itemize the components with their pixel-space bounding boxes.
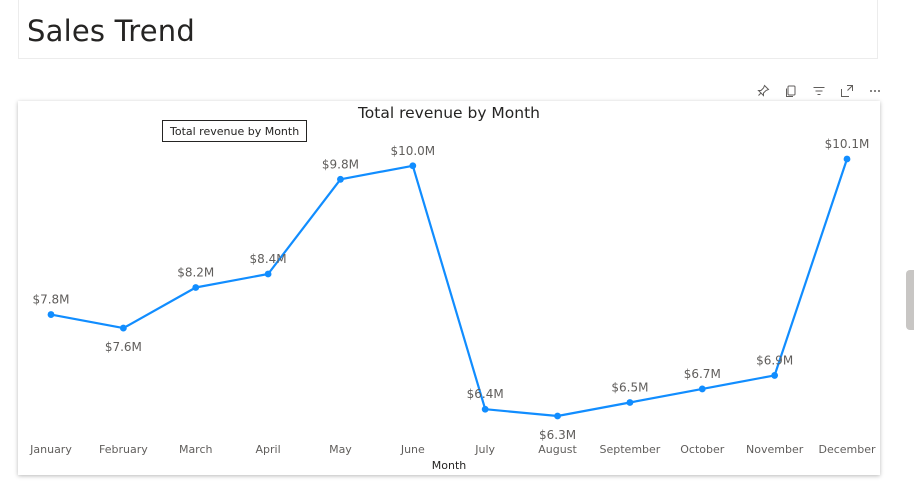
data-point[interactable] [192,284,200,291]
data-point[interactable] [264,270,272,278]
data-label: $8.2M [177,266,214,280]
x-tick-label: November [746,443,804,456]
data-label: $7.8M [32,293,69,307]
data-label: $6.3M [539,428,576,442]
data-point[interactable] [119,324,127,332]
x-tick-label: October [680,443,724,456]
data-label: $8.4M [250,252,287,266]
chart-tooltip: Total revenue by Month [162,120,308,142]
x-tick-label: December [818,443,876,456]
line-chart: Total revenue by Month January February Ma… [29,104,876,472]
data-label: $9.8M [322,157,359,171]
data-point[interactable] [626,399,634,406]
data-label: $10.1M [825,137,870,151]
x-tick-label: January [29,443,72,456]
data-label: $6.7M [684,367,721,381]
x-axis-title: Month [432,459,467,472]
x-axis: January February March April May June July Augu… [29,443,876,456]
data-labels: $7.8M $7.6M $8.2M $8.4M $9.8M $10.0M $6.4M $6.3… [32,137,869,442]
x-tick-label: May [329,443,352,456]
data-point[interactable] [409,162,417,170]
data-label: $6.9M [756,353,793,367]
data-label: $6.5M [611,380,648,394]
page-scrollbar[interactable] [906,270,914,330]
series-line [50,158,849,418]
data-point[interactable] [337,175,344,183]
data-point[interactable] [481,405,489,413]
x-tick-label: March [179,443,213,456]
data-point[interactable] [771,372,779,379]
x-tick-label: July [474,443,495,456]
data-point[interactable] [47,311,55,318]
data-point[interactable] [843,155,851,163]
data-point[interactable] [698,385,706,393]
data-point[interactable] [554,412,561,420]
x-tick-label: April [256,443,281,456]
x-tick-label: February [99,443,148,456]
x-tick-label: August [538,443,577,456]
data-label: $7.6M [105,340,142,354]
data-label: $10.0M [390,144,435,158]
x-tick-label: September [600,443,661,456]
report-canvas: Sales Trend Total revenue by Month Janua… [0,0,914,484]
data-label: $6.4M [467,387,504,401]
chart-title: Total revenue by Month [357,104,540,122]
x-tick-label: June [400,443,425,456]
